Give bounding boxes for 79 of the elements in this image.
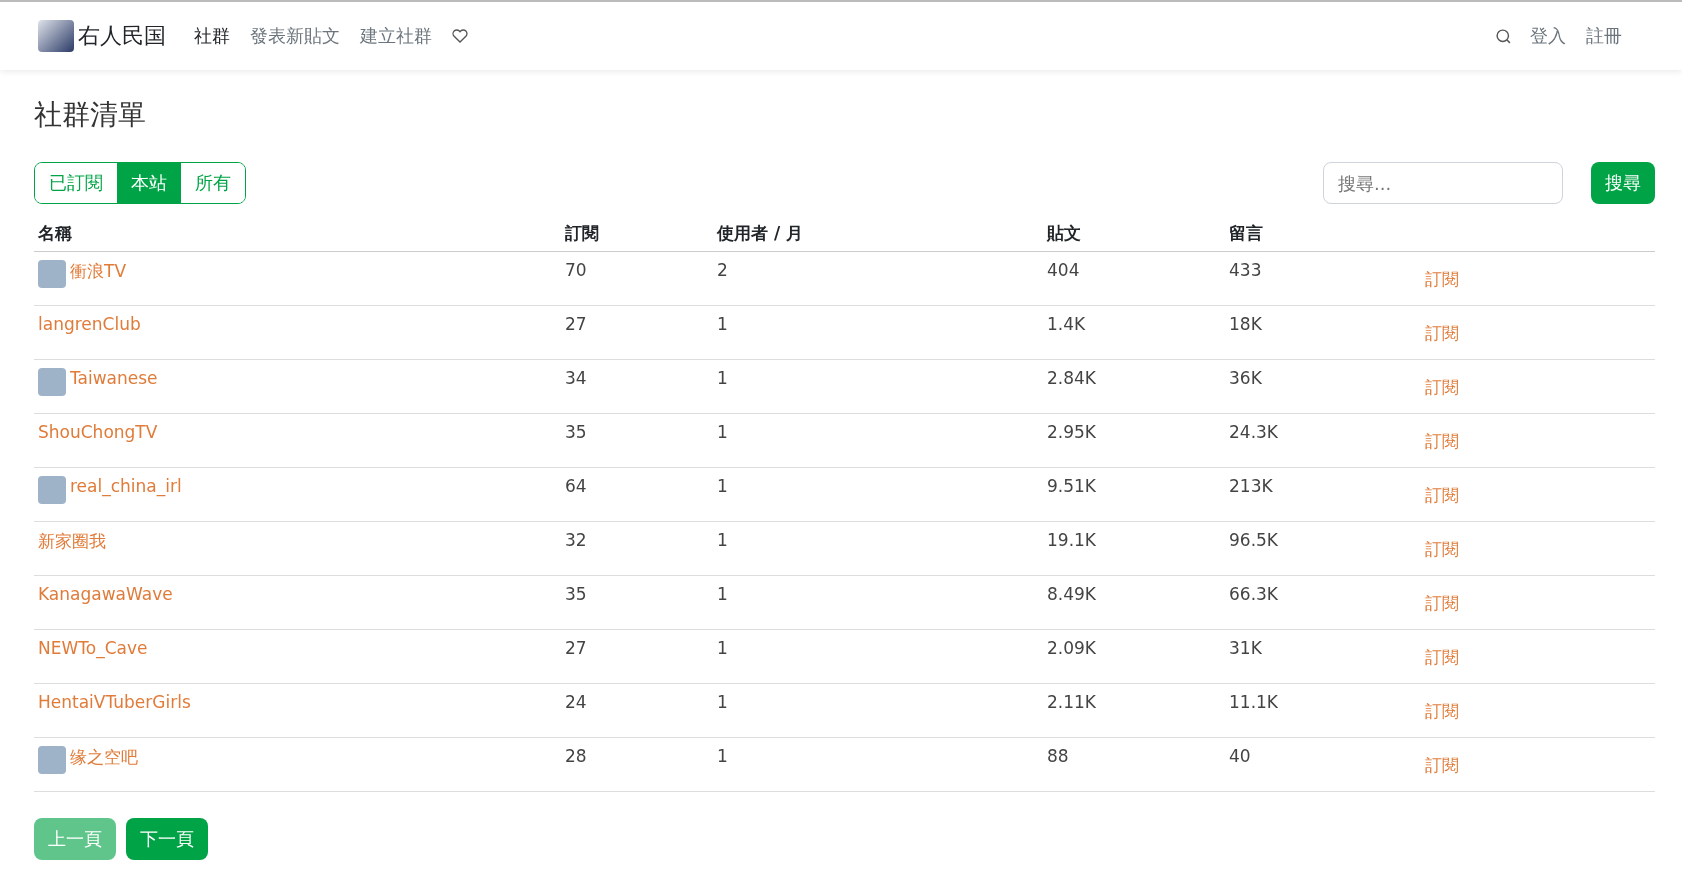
community-link[interactable]: NEWTo_Cave	[38, 638, 148, 658]
table-cell: 404	[1047, 260, 1080, 280]
table-cell: 35	[565, 584, 587, 604]
search-button[interactable]: 搜尋	[1591, 162, 1655, 204]
table-cell: 34	[565, 368, 587, 388]
table-cell: 1	[717, 476, 728, 496]
auth-link[interactable]: 註冊	[1586, 24, 1622, 48]
table-cell: 28	[565, 746, 587, 766]
subscribe-link[interactable]: 訂閱	[1425, 376, 1459, 399]
search-field[interactable]: 搜尋...	[1323, 162, 1563, 204]
subscribe-link[interactable]: 訂閱	[1425, 484, 1459, 507]
page-button[interactable]: 下一頁	[126, 818, 208, 860]
subscribe-link[interactable]: 訂閱	[1425, 322, 1459, 345]
table-cell: 2	[717, 260, 728, 280]
table-cell: 2.09K	[1047, 638, 1096, 658]
table-cell: 27	[565, 638, 587, 658]
table-cell: 70	[565, 260, 587, 280]
community-link[interactable]: langrenClub	[38, 314, 141, 334]
table-cell: 40	[1229, 746, 1251, 766]
table-cell: 433	[1229, 260, 1262, 280]
table-cell: 1	[717, 584, 728, 604]
table-cell: 24	[565, 692, 587, 712]
subscribe-link[interactable]: 訂閱	[1425, 646, 1459, 669]
community-link[interactable]: 新家圈我	[38, 530, 106, 553]
table-cell: 213K	[1229, 476, 1273, 496]
subscribe-link[interactable]: 訂閱	[1425, 754, 1459, 777]
table-cell: 64	[565, 476, 587, 496]
table-cell: 11.1K	[1229, 692, 1278, 712]
logo-image[interactable]	[38, 20, 74, 52]
table-cell: 1	[717, 314, 728, 334]
column-header: 名稱	[34, 222, 561, 252]
table-cell: 1	[717, 422, 728, 442]
table-cell: 8.49K	[1047, 584, 1096, 604]
table-cell: 9.51K	[1047, 476, 1096, 496]
table-cell: 1	[717, 692, 728, 712]
community-link[interactable]: real_china_irl	[70, 476, 182, 496]
community-link[interactable]: 缘之空吧	[70, 746, 138, 769]
heart-icon[interactable]	[452, 28, 468, 44]
subscribe-link[interactable]: 訂閱	[1425, 592, 1459, 615]
nav-link[interactable]: 發表新貼文	[250, 24, 340, 48]
subscribe-link[interactable]: 訂閱	[1425, 430, 1459, 453]
table-cell: 66.3K	[1229, 584, 1278, 604]
table-cell: 19.1K	[1047, 530, 1096, 550]
column-header: 貼文	[1043, 222, 1225, 252]
table-cell: 18K	[1229, 314, 1262, 334]
subscribe-link[interactable]: 訂閱	[1425, 538, 1459, 561]
table-cell: 27	[565, 314, 587, 334]
table-cell: 1	[717, 530, 728, 550]
nav-link[interactable]: 建立社群	[360, 24, 432, 48]
nav-link[interactable]: 社群	[194, 24, 230, 48]
subscribe-link[interactable]: 訂閱	[1425, 268, 1459, 291]
table-cell: 35	[565, 422, 587, 442]
community-link[interactable]: ShouChongTV	[38, 422, 158, 442]
search-icon[interactable]	[1495, 27, 1512, 45]
filter-tab[interactable]: 本站	[117, 163, 181, 203]
table-cell: 2.84K	[1047, 368, 1096, 388]
community-link[interactable]: KanagawaWave	[38, 584, 173, 604]
table-cell: 2.95K	[1047, 422, 1096, 442]
table-cell: 36K	[1229, 368, 1262, 388]
community-link[interactable]: HentaiVTuberGirls	[38, 692, 191, 712]
table-cell: 2.11K	[1047, 692, 1096, 712]
subscribe-link[interactable]: 訂閱	[1425, 700, 1459, 723]
brand-link[interactable]: 右人民国	[78, 21, 166, 51]
table-cell: 1.4K	[1047, 314, 1086, 334]
auth-link[interactable]: 登入	[1530, 24, 1566, 48]
table-cell: 1	[717, 746, 728, 766]
table-cell: 96.5K	[1229, 530, 1278, 550]
table-cell: 32	[565, 530, 587, 550]
table-cell: 31K	[1229, 638, 1262, 658]
table-cell: 24.3K	[1229, 422, 1278, 442]
column-header: 使用者 / 月	[713, 222, 1043, 252]
table-cell: 1	[717, 368, 728, 388]
column-header: 訂閱	[561, 222, 713, 252]
table-cell: 88	[1047, 746, 1069, 766]
community-link[interactable]: 衝浪TV	[70, 260, 126, 283]
community-link[interactable]: Taiwanese	[70, 368, 158, 388]
column-header: 留言	[1225, 222, 1421, 252]
page-title: 社群清單	[34, 97, 147, 133]
table-cell: 1	[717, 638, 728, 658]
